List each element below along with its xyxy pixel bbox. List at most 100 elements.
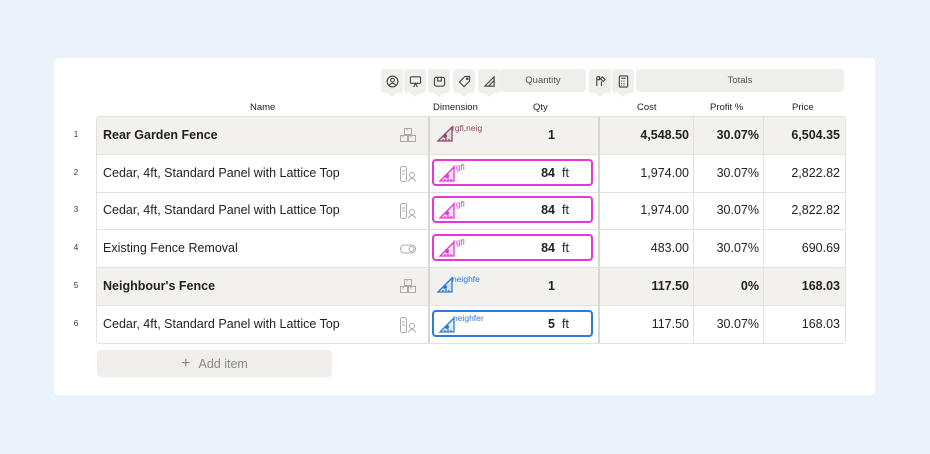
estimate-card: Quantity Totals Name Dimension Qty Cost … (54, 58, 875, 395)
table-row[interactable]: Existing Fence Removal rgfl 84 ft 483.00 30.0… (97, 230, 845, 269)
material-labor-icon (399, 165, 417, 183)
profit-value: 30.07% (716, 241, 759, 256)
column-divider (428, 305, 430, 343)
dimension-tag: neighfer (453, 312, 484, 323)
column-divider (428, 267, 430, 305)
row-number: 4 (73, 243, 79, 253)
package-icon[interactable] (428, 69, 450, 97)
plus-icon: + (181, 354, 191, 372)
add-item-button[interactable]: + Add item (97, 350, 332, 377)
column-header-name[interactable]: Name (250, 102, 275, 113)
column-divider (598, 305, 600, 343)
line-items-table: Rear Garden Fence rgfl,neig 1 4,548.50 30.07… (96, 116, 846, 344)
item-name[interactable]: Existing Fence Removal (103, 230, 238, 267)
column-divider (693, 154, 694, 192)
profit-value: 30.07% (716, 203, 759, 218)
quantity-pill-label: Quantity (525, 75, 561, 86)
cost-value: 117.50 (651, 278, 689, 293)
price-value: 168.03 (801, 316, 840, 331)
column-divider (693, 230, 694, 268)
column-header-profit[interactable]: Profit % (710, 102, 743, 113)
column-divider (763, 230, 764, 268)
column-divider (693, 117, 694, 154)
material-labor-icon (399, 202, 417, 220)
cost-value: 4,548.50 (640, 128, 689, 142)
tools-icon[interactable] (589, 69, 611, 97)
cost-value: 1,974.00 (640, 165, 689, 180)
column-divider (763, 192, 764, 230)
row-number: 2 (73, 167, 79, 177)
cost-value: 483.00 (650, 241, 689, 256)
quantity-pill[interactable]: Quantity (500, 69, 586, 92)
qty-value[interactable]: 1 (517, 268, 555, 305)
price-value: 2,822.82 (791, 165, 840, 180)
column-header-qty[interactable]: Qty (533, 102, 548, 113)
price-value: 168.03 (801, 278, 840, 293)
dimension-tag[interactable]: rgfl,neig (452, 123, 482, 133)
column-divider (428, 154, 430, 192)
qty-unit: ft (562, 203, 569, 218)
column-divider (763, 267, 764, 305)
calculator-icon[interactable] (612, 69, 634, 97)
item-name[interactable]: Neighbour's Fence (103, 268, 215, 305)
column-divider (763, 154, 764, 192)
column-divider (428, 230, 430, 268)
qty-value[interactable]: 84 (517, 155, 555, 192)
add-item-label: Add item (198, 356, 248, 371)
totals-pill[interactable]: Totals (636, 69, 844, 92)
cost-value: 117.50 (651, 316, 689, 331)
column-divider (428, 192, 430, 230)
item-name[interactable]: Cedar, 4ft, Standard Panel with Lattice … (103, 155, 340, 192)
table-row-group[interactable]: Neighbour's Fence neighfe 1 117.50 0% 168.03 (97, 267, 845, 306)
toggle-icon (399, 240, 417, 258)
qty-value[interactable]: 84 (517, 192, 555, 229)
table-row[interactable]: Cedar, 4ft, Standard Panel with Lattice … (97, 305, 845, 343)
ruler-triangle-icon[interactable] (478, 69, 500, 97)
row-number: 5 (73, 280, 79, 290)
row-number: 6 (73, 318, 79, 328)
column-header-cost[interactable]: Cost (637, 102, 657, 113)
row-number: 3 (73, 205, 79, 215)
column-divider (598, 267, 600, 305)
profit-value: 30.07% (716, 165, 759, 180)
qty-unit: ft (562, 241, 569, 256)
table-row[interactable]: Cedar, 4ft, Standard Panel with Lattice … (97, 154, 845, 193)
dimension-tag: rgfl (453, 199, 465, 210)
column-divider (598, 117, 600, 154)
price-value: 690.69 (801, 241, 840, 256)
boxes-icon (399, 278, 417, 296)
dimension-tag[interactable]: neighfe (452, 274, 480, 284)
table-row[interactable]: Cedar, 4ft, Standard Panel with Lattice … (97, 192, 845, 231)
presentation-icon[interactable] (404, 69, 426, 97)
column-divider (428, 117, 430, 154)
item-name[interactable]: Rear Garden Fence (103, 117, 218, 154)
column-divider (693, 305, 694, 343)
boxes-icon (399, 127, 417, 145)
profit-value: 30.07% (716, 128, 759, 142)
column-header-dimension[interactable]: Dimension (433, 102, 478, 113)
table-row-group[interactable]: Rear Garden Fence rgfl,neig 1 4,548.50 30.07… (97, 117, 845, 155)
qty-unit: ft (562, 165, 569, 180)
item-name[interactable]: Cedar, 4ft, Standard Panel with Lattice … (103, 192, 340, 229)
qty-unit: ft (562, 316, 569, 331)
dimension-tag: rgfl (453, 161, 465, 172)
column-divider (763, 305, 764, 343)
item-name[interactable]: Cedar, 4ft, Standard Panel with Lattice … (103, 306, 340, 343)
tag-icon[interactable] (453, 69, 475, 97)
totals-pill-label: Totals (727, 75, 753, 86)
qty-value[interactable]: 1 (517, 117, 555, 154)
qty-value[interactable]: 5 (517, 306, 555, 343)
profit-value: 0% (740, 278, 759, 293)
column-divider (693, 192, 694, 230)
user-icon[interactable] (381, 69, 403, 97)
column-divider (763, 117, 764, 154)
column-divider (598, 192, 600, 230)
qty-value[interactable]: 84 (517, 230, 555, 267)
price-value: 6,504.35 (791, 128, 840, 142)
material-labor-icon (399, 316, 417, 334)
column-header-price[interactable]: Price (792, 102, 814, 113)
price-value: 2,822.82 (791, 203, 840, 218)
profit-value: 30.07% (716, 316, 759, 331)
dimension-tag: rgfl (453, 237, 465, 248)
column-divider (693, 267, 694, 305)
